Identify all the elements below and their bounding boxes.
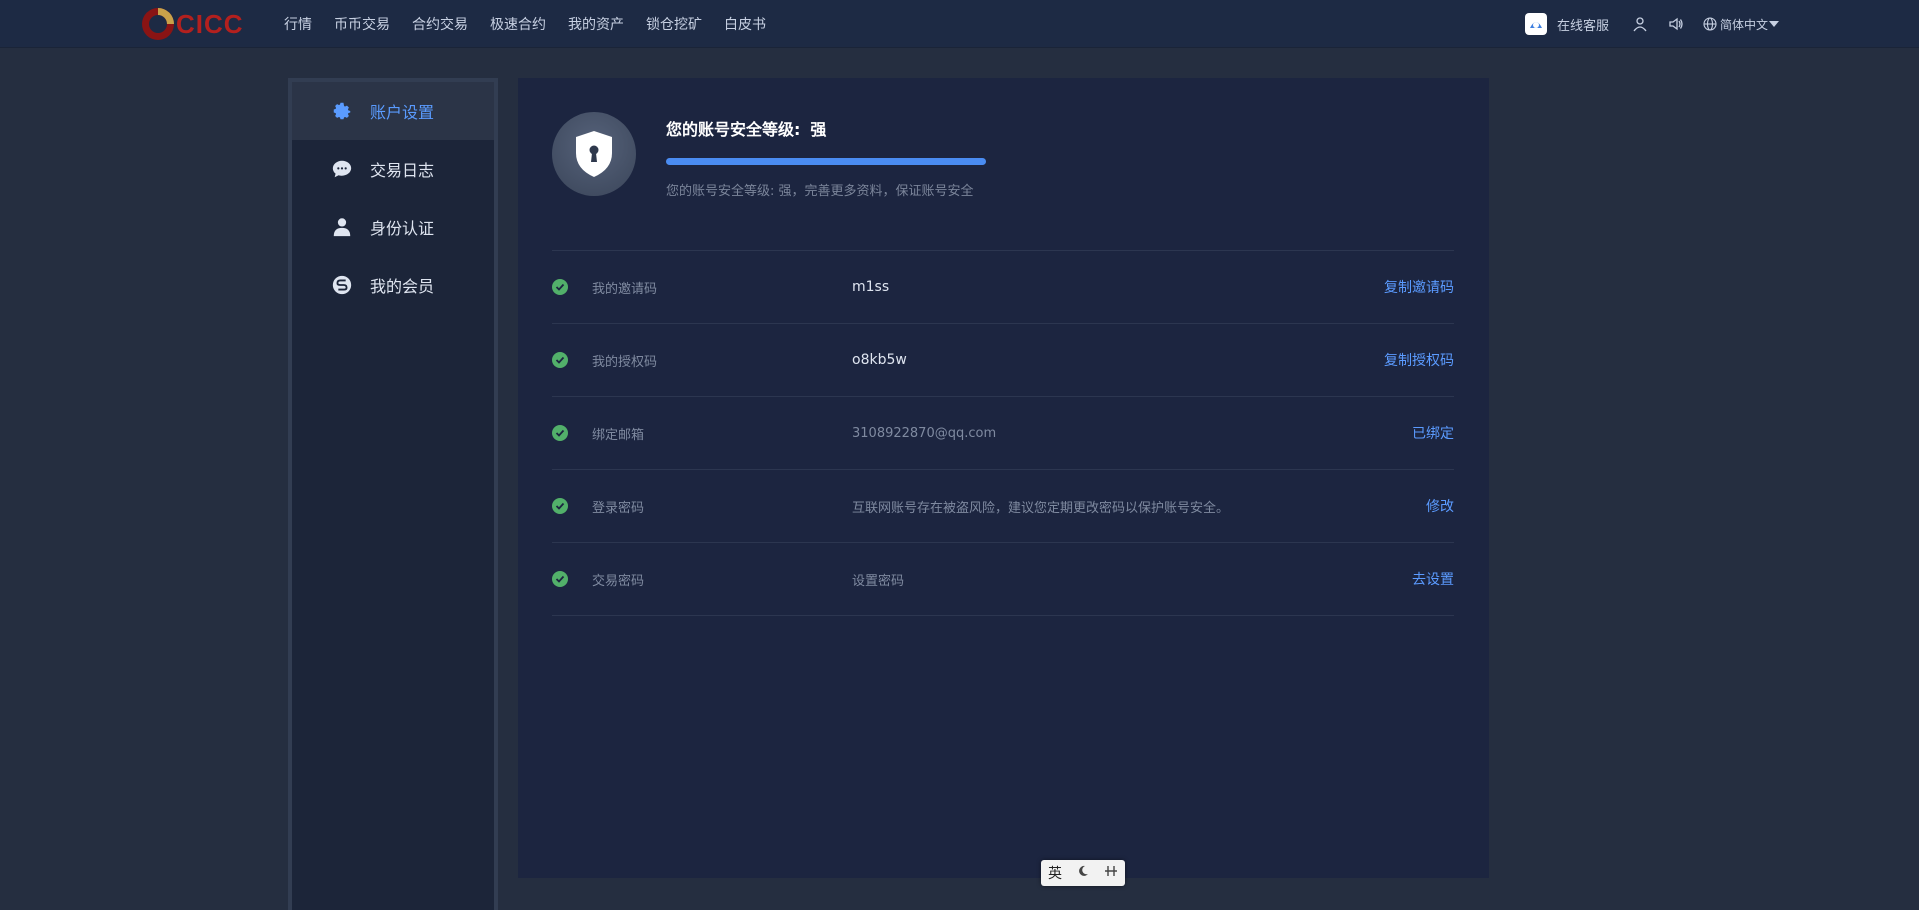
language-select[interactable]: 简体中文 <box>1703 16 1783 33</box>
account-settings-panel: 您的账号安全等级: 强 您的账号安全等级: 强，完善更多资料，保证账号安全 我的邀… <box>518 78 1489 878</box>
security-level-label: 您的账号安全等级: <box>666 120 801 139</box>
logo[interactable]: CICC <box>140 6 245 42</box>
email-bound-link[interactable]: 已绑定 <box>1412 423 1454 443</box>
row-label: 交易密码 <box>592 573 645 589</box>
row-label: 我的授权码 <box>592 354 658 370</box>
security-level-value: 强 <box>810 120 827 139</box>
security-level-title: 您的账号安全等级: 强 <box>666 116 826 140</box>
nav-whitepaper[interactable]: 白皮书 <box>724 14 766 34</box>
set-trade-password-button[interactable]: 去设置 <box>1412 569 1454 589</box>
caret-down-icon <box>1769 21 1779 27</box>
sidebar-item-membership[interactable]: 我的会员 <box>292 256 494 314</box>
row-value: o8kb5w <box>852 352 907 368</box>
check-icon <box>552 498 568 514</box>
security-progress-fill <box>666 158 986 165</box>
chat-icon <box>330 157 354 181</box>
copy-invite-code-button[interactable]: 复制邀请码 <box>1384 277 1454 297</box>
online-service-button[interactable]: 在线客服 <box>1524 13 1609 35</box>
ime-toolbar[interactable]: 英 <box>1041 860 1125 886</box>
security-note: 您的账号安全等级: 强，完善更多资料，保证账号安全 <box>666 184 974 199</box>
shield-icon <box>552 112 636 196</box>
gear-icon <box>330 99 354 123</box>
language-label: 简体中文 <box>1719 17 1768 32</box>
settings-row-email: 绑定邮箱 3108922870@qq.com 已绑定 <box>552 397 1454 470</box>
check-icon <box>552 425 568 441</box>
sidebar-item-label: 我的会员 <box>370 277 435 296</box>
sidebar-item-label: 账户设置 <box>370 103 435 122</box>
nav-my-assets[interactable]: 我的资产 <box>568 14 624 34</box>
user-icon <box>330 215 354 239</box>
logo-text: CICC <box>176 8 244 39</box>
check-icon <box>552 571 568 587</box>
punctuation-icon[interactable] <box>1104 864 1118 882</box>
globe-icon <box>1703 17 1717 31</box>
row-value: m1ss <box>852 279 890 295</box>
check-icon <box>552 352 568 368</box>
nav-lock-mining[interactable]: 锁仓挖矿 <box>646 14 702 34</box>
online-service-label: 在线客服 <box>1556 18 1609 34</box>
settings-row-login-password: 登录密码 互联网账号存在被盗风险，建议您定期更改密码以保护账号安全。 修改 <box>552 470 1454 543</box>
header-tools: 在线客服 简体中文 <box>1524 0 1783 48</box>
user-icon[interactable] <box>1631 15 1649 33</box>
sidebar-item-identity[interactable]: 身份认证 <box>292 198 494 256</box>
sidebar-item-account-settings[interactable]: 账户设置 <box>292 82 494 140</box>
check-icon <box>552 279 568 295</box>
member-icon <box>330 273 354 297</box>
main-nav: 行情 币币交易 合约交易 极速合约 我的资产 锁仓挖矿 白皮书 <box>284 0 788 48</box>
sidebar: 账户设置 交易日志 身份认证 我的会员 <box>288 78 498 910</box>
sound-icon[interactable] <box>1667 15 1685 33</box>
nav-spot-trade[interactable]: 币币交易 <box>334 14 390 34</box>
security-progress-bar <box>666 158 986 165</box>
nav-market[interactable]: 行情 <box>284 14 312 34</box>
moon-icon[interactable] <box>1076 864 1090 882</box>
settings-row-trade-password: 交易密码 设置密码 去设置 <box>552 543 1454 616</box>
ime-mode-label[interactable]: 英 <box>1048 863 1062 883</box>
row-label: 登录密码 <box>592 500 645 516</box>
sidebar-item-trade-log[interactable]: 交易日志 <box>292 140 494 198</box>
service-avatar-icon <box>1524 13 1547 35</box>
modify-login-password-button[interactable]: 修改 <box>1426 496 1454 516</box>
row-label: 我的邀请码 <box>592 281 658 297</box>
nav-fast-contract[interactable]: 极速合约 <box>490 14 546 34</box>
top-navbar: CICC 行情 币币交易 合约交易 极速合约 我的资产 锁仓挖矿 白皮书 在线客… <box>0 0 1919 48</box>
sidebar-item-label: 身份认证 <box>370 219 435 238</box>
settings-row-auth-code: 我的授权码 o8kb5w 复制授权码 <box>552 324 1454 397</box>
logo-mark-icon <box>140 6 176 42</box>
row-value: 设置密码 <box>852 573 905 589</box>
row-value: 互联网账号存在被盗风险，建议您定期更改密码以保护账号安全。 <box>852 500 1230 516</box>
settings-row-invite-code: 我的邀请码 m1ss 复制邀请码 <box>552 251 1454 324</box>
row-value: 3108922870@qq.com <box>852 425 997 441</box>
settings-list: 我的邀请码 m1ss 复制邀请码 我的授权码 o8kb5w 复制授权码 绑定邮箱… <box>552 250 1454 616</box>
row-label: 绑定邮箱 <box>592 427 645 443</box>
nav-contract-trade[interactable]: 合约交易 <box>412 14 468 34</box>
copy-auth-code-button[interactable]: 复制授权码 <box>1384 350 1454 370</box>
sidebar-item-label: 交易日志 <box>370 161 435 180</box>
